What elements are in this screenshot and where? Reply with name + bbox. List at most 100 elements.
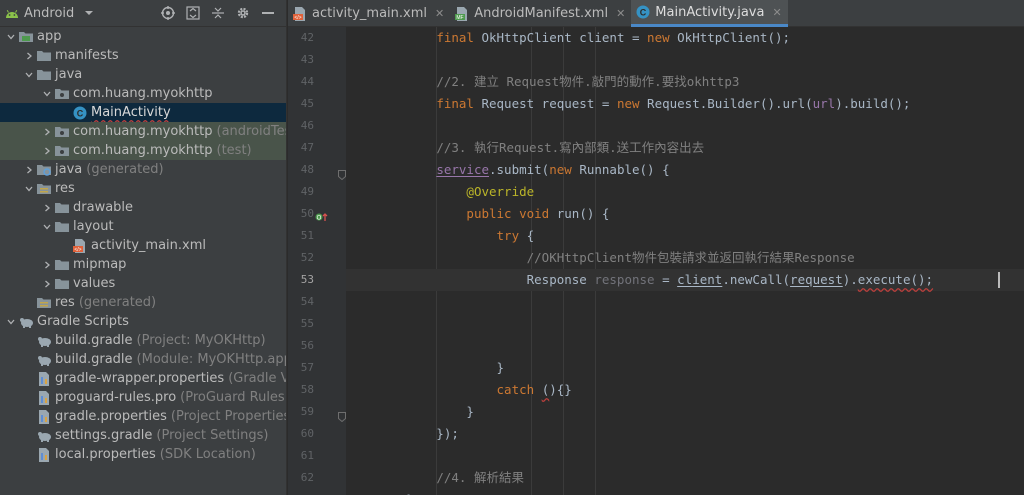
line-number: 58 xyxy=(300,383,314,396)
tree-item[interactable]: res xyxy=(0,179,286,198)
code-line[interactable] xyxy=(346,291,1024,313)
chevron-right-icon[interactable] xyxy=(40,144,54,158)
close-icon[interactable]: ✕ xyxy=(435,7,444,20)
line-number: 51 xyxy=(300,229,314,242)
tree-item-hint: (SDK Location) xyxy=(159,447,256,462)
code-line[interactable]: }); xyxy=(346,423,1024,445)
gradle-icon xyxy=(18,314,34,330)
code-area[interactable]: final OkHttpClient client = new OkHttpCl… xyxy=(346,27,1024,495)
close-icon[interactable]: ✕ xyxy=(772,6,781,19)
tree-item[interactable]: java xyxy=(0,65,286,84)
tree-item[interactable]: values xyxy=(0,274,286,293)
gear-icon[interactable] xyxy=(235,5,251,21)
code-line[interactable]: } xyxy=(346,489,1024,495)
code-line[interactable] xyxy=(346,313,1024,335)
tree-item[interactable]: res (generated) xyxy=(0,293,286,312)
collapse-all-icon[interactable] xyxy=(210,5,226,21)
code-line[interactable] xyxy=(346,49,1024,71)
tree-item-label: drawable xyxy=(73,200,134,215)
code-line[interactable]: } xyxy=(346,401,1024,423)
tree-item[interactable]: proguard-rules.pro(ProGuard Rules for M xyxy=(0,388,286,407)
fold-marker-icon[interactable] xyxy=(338,407,346,426)
tree-item[interactable]: gradle-wrapper.properties(Gradle Version… xyxy=(0,369,286,388)
tree-item-hint: (Project Settings) xyxy=(156,428,269,443)
line-number: 62 xyxy=(300,471,314,484)
chevron-down-icon[interactable] xyxy=(22,182,36,196)
chevron-down-icon[interactable] xyxy=(40,220,54,234)
properties-file-icon xyxy=(36,409,52,425)
code-line[interactable]: catch (){} xyxy=(346,379,1024,401)
tree-item[interactable]: settings.gradle (Project Settings) xyxy=(0,426,286,445)
package-icon xyxy=(54,124,70,140)
tree-item[interactable]: mipmap xyxy=(0,255,286,274)
line-number-gutter: 42 43 44 45 46 47 48 49 50 51 52 53 54 55 56 57 58 59 60 61… xyxy=(288,27,346,495)
code-line[interactable]: public void run() { xyxy=(346,203,1024,225)
code-line[interactable]: //4. 解析結果 xyxy=(346,467,1024,489)
code-line[interactable] xyxy=(346,115,1024,137)
tree-item[interactable]: Gradle Scripts xyxy=(0,312,286,331)
java-class-icon: C xyxy=(635,4,651,20)
code-line[interactable]: service.submit(new Runnable() { xyxy=(346,159,1024,181)
tree-item[interactable]: com.huang.myokhttp xyxy=(0,84,286,103)
code-line[interactable]: final Request request = new Request.Buil… xyxy=(346,93,1024,115)
tree-item[interactable]: layout xyxy=(0,217,286,236)
code-line[interactable]: } xyxy=(346,357,1024,379)
java-class-icon: C xyxy=(72,105,88,121)
chevron-right-icon[interactable] xyxy=(40,201,54,215)
module-folder-icon xyxy=(18,29,34,45)
line-number: 48 xyxy=(300,163,314,176)
editor-tab[interactable]: MF AndroidManifest.xml ✕ xyxy=(450,0,631,27)
chevron-down-icon[interactable] xyxy=(4,30,18,44)
tree-item[interactable]: java (generated) xyxy=(0,160,286,179)
minimize-icon[interactable] xyxy=(260,5,276,21)
editor-tab[interactable]: C MainActivity.java ✕ xyxy=(631,0,788,27)
tree-item[interactable]: app xyxy=(0,27,286,46)
code-line[interactable]: //2. 建立 Request物件.敲門的動作.要找okhttp3 xyxy=(346,71,1024,93)
chevron-down-icon[interactable] xyxy=(40,87,54,101)
chevron-down-icon[interactable] xyxy=(4,315,18,329)
code-line[interactable]: @Override xyxy=(346,181,1024,203)
chevron-right-icon[interactable] xyxy=(40,125,54,139)
code-line[interactable]: //3. 執行Request.寫內部類.送工作內容出去 xyxy=(346,137,1024,159)
editor-tab[interactable]: </> activity_main.xml ✕ xyxy=(288,0,450,27)
code-line[interactable] xyxy=(346,445,1024,467)
chevron-right-icon[interactable] xyxy=(40,277,54,291)
tree-item[interactable]: com.huang.myokhttp(androidTest) xyxy=(0,122,286,141)
tree-item[interactable]: manifests xyxy=(0,46,286,65)
properties-file-icon xyxy=(36,390,52,406)
code-line[interactable]: final OkHttpClient client = new OkHttpCl… xyxy=(346,27,1024,49)
expand-all-icon[interactable] xyxy=(185,5,201,21)
tree-item[interactable]: local.properties (SDK Location) xyxy=(0,445,286,464)
svg-text:C: C xyxy=(640,8,647,18)
override-marker-icon[interactable]: O xyxy=(315,208,329,227)
code-line[interactable]: //OKHttpClient物件包裝請求並返回執行結果Response xyxy=(346,247,1024,269)
chevron-right-icon[interactable] xyxy=(22,49,36,63)
line-number: 59 xyxy=(300,405,314,418)
fold-marker-icon[interactable] xyxy=(338,165,346,184)
tree-item[interactable]: build.gradle (Module: MyOKHttp.app) xyxy=(0,350,286,369)
tree-item[interactable]: gradle.properties (Project Properties) xyxy=(0,407,286,426)
select-opened-file-icon[interactable] xyxy=(160,5,176,21)
chevron-right-icon[interactable] xyxy=(22,163,36,177)
tree-item[interactable]: C MainActivity xyxy=(0,103,286,122)
tree-item[interactable]: com.huang.myokhttp (test) xyxy=(0,141,286,160)
code-line[interactable]: try { xyxy=(346,225,1024,247)
view-selector[interactable]: Android xyxy=(4,6,94,21)
chevron-right-icon[interactable] xyxy=(40,258,54,272)
tree-item-label: res xyxy=(55,295,75,310)
properties-file-icon xyxy=(36,447,52,463)
folder-icon xyxy=(54,200,70,216)
chevron-down-icon[interactable] xyxy=(22,68,36,82)
svg-text:O: O xyxy=(317,216,322,222)
close-icon[interactable]: ✕ xyxy=(616,7,625,20)
code-line[interactable]: Response response = client.newCall(reque… xyxy=(346,269,1024,291)
gradle-icon xyxy=(36,333,52,349)
tree-item[interactable]: drawable xyxy=(0,198,286,217)
tree-item[interactable]: build.gradle (Project: MyOKHttp) xyxy=(0,331,286,350)
editor-tab-label: MainActivity.java xyxy=(655,4,765,20)
tree-item[interactable]: </> activity_main.xml xyxy=(0,236,286,255)
code-line[interactable] xyxy=(346,335,1024,357)
